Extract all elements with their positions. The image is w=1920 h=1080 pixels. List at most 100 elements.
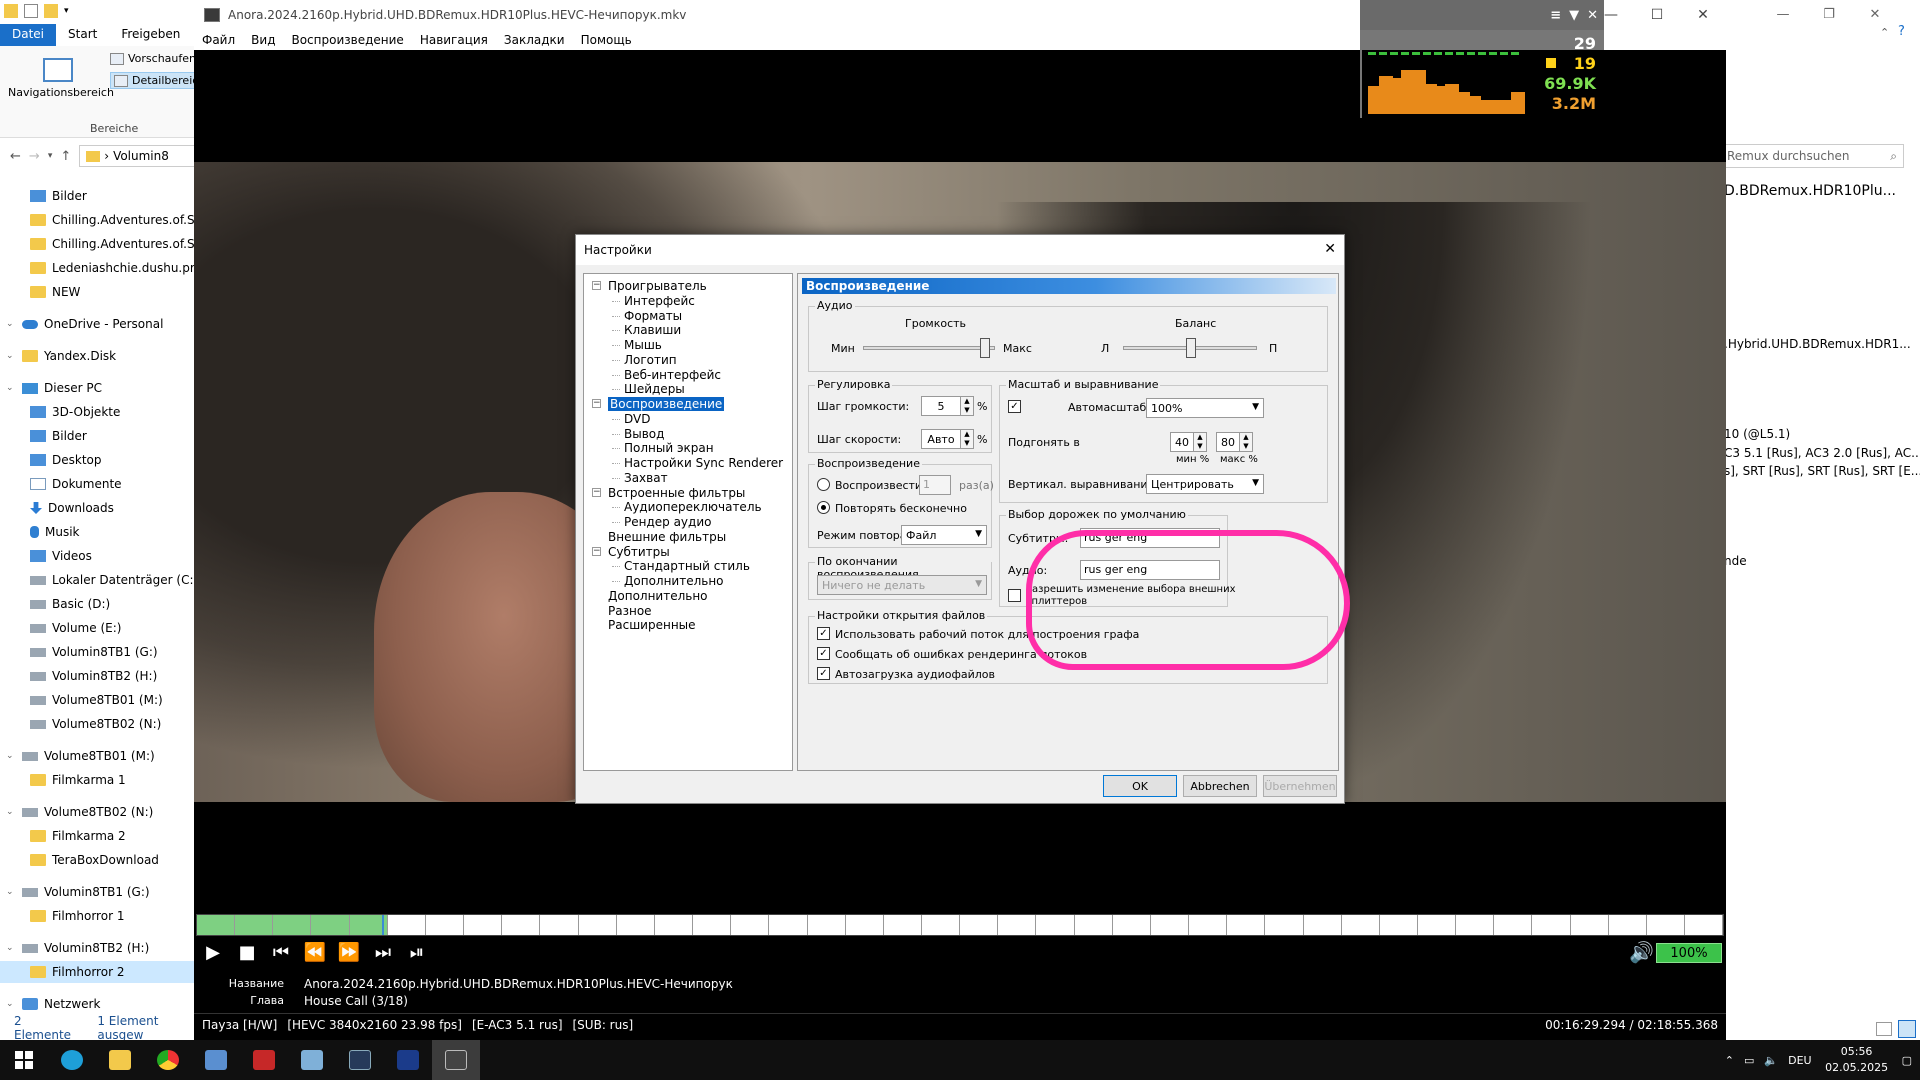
play-times-radio[interactable] [817, 478, 830, 491]
tree-collapse-icon[interactable]: − [592, 487, 601, 497]
properties-icon[interactable] [24, 4, 38, 18]
settings-tree-item[interactable]: Проигрыватель [608, 278, 707, 294]
speed-step-input[interactable]: Авто [921, 429, 961, 449]
taskbar-notes[interactable] [288, 1040, 336, 1080]
address-input[interactable]: › Volumin8 [79, 145, 200, 167]
stop-icon[interactable]: ■ [232, 937, 262, 967]
details-view-icon[interactable] [1876, 1022, 1892, 1036]
tree-collapse-icon[interactable]: − [592, 546, 601, 556]
menu-file[interactable]: Файл [202, 33, 235, 47]
repeat-mode-select[interactable]: Файл ▼ [901, 525, 987, 545]
nav-tree-item[interactable]: Filmhorror 2 [0, 961, 200, 983]
settings-tree-item[interactable]: Рендер аудио [624, 514, 711, 530]
nav-tree-item[interactable]: Volume8TB02 (N:) [0, 713, 200, 735]
language-indicator[interactable]: DEU [1788, 1054, 1811, 1067]
nav-tree-item[interactable]: Bilder [0, 425, 200, 447]
restore-icon[interactable]: ❐ [1806, 0, 1852, 28]
nav-tree-item[interactable]: ⌄ Netzwerk [0, 993, 200, 1015]
menu-view[interactable]: Вид [251, 33, 275, 47]
nav-tree-item[interactable]: Volume (E:) [0, 617, 200, 639]
menu-play[interactable]: Воспроизведение [291, 33, 403, 47]
settings-tree-item[interactable]: Дополнительно [608, 588, 708, 604]
expand-icon[interactable]: ⌄ [6, 319, 14, 329]
volume-slider[interactable] [863, 338, 995, 358]
tab-start[interactable]: Start [56, 24, 109, 46]
nav-tree-item[interactable]: ⌄ Volume8TB01 (M:) [0, 745, 200, 767]
nav-tree-item[interactable]: Filmhorror 1 [0, 905, 200, 927]
file-name[interactable]: D.BDRemux.HDR10Plu... [1724, 183, 1896, 199]
taskbar-explorer[interactable] [96, 1040, 144, 1080]
nav-tree-item[interactable]: ⌄ OneDrive - Personal [0, 313, 200, 335]
nav-tree-item[interactable]: Volume8TB01 (M:) [0, 689, 200, 711]
volume-icon[interactable]: 🔈 [1764, 1054, 1778, 1067]
preview-pane-button[interactable]: Vorschaufen [110, 52, 196, 65]
next-icon[interactable]: ⏭ [368, 937, 398, 967]
close-icon[interactable]: ✕ [1324, 241, 1336, 257]
nav-tree-item[interactable]: ⌄ Volumin8TB2 (H:) [0, 937, 200, 959]
settings-tree-item[interactable]: Интерфейс [624, 293, 695, 309]
menu-navigate[interactable]: Навигация [420, 33, 488, 47]
tab-datei[interactable]: Datei [0, 24, 57, 46]
settings-tree-item[interactable]: Веб-интерфейс [624, 367, 721, 383]
close-icon[interactable]: ✕ [1587, 8, 1598, 23]
clock[interactable]: 05:56 02.05.2025 [1822, 1044, 1892, 1076]
settings-tree-item[interactable]: Встроенные фильтры [608, 485, 745, 501]
nav-tree-item[interactable]: ⌄ Volumin8TB1 (G:) [0, 881, 200, 903]
recent-chevron-icon[interactable]: ▾ [48, 151, 53, 161]
settings-tree-item[interactable]: Логотип [624, 352, 677, 368]
new-folder-icon[interactable] [44, 4, 58, 18]
settings-tree-item[interactable]: Настройки Sync Renderer [624, 455, 783, 471]
autozoom-select[interactable]: 100% ▼ [1146, 398, 1264, 418]
settings-tree-item[interactable]: Стандартный стиль [624, 558, 750, 574]
chevron-down-icon[interactable]: ▼ [1569, 8, 1579, 23]
balance-slider[interactable] [1123, 338, 1257, 358]
expand-icon[interactable]: ⌄ [6, 351, 14, 361]
speaker-icon[interactable]: 🔊 [1629, 940, 1654, 964]
fast-forward-icon[interactable]: ⏩ [334, 937, 364, 967]
settings-tree-item[interactable]: Воспроизведение [608, 396, 725, 412]
nav-tree-item[interactable]: Musik [0, 521, 200, 543]
settings-tree-item[interactable]: Расширенные [608, 617, 696, 633]
forward-icon[interactable]: → [29, 149, 40, 164]
play-times-input[interactable]: 1 [919, 475, 951, 495]
notifications-icon[interactable]: ▢ [1902, 1054, 1912, 1067]
minimize-icon[interactable]: — [1760, 0, 1806, 28]
settings-tree-item[interactable]: DVD [624, 411, 650, 427]
taskbar-chrome[interactable] [144, 1040, 192, 1080]
nav-tree-item[interactable]: ⌄ Yandex.Disk [0, 345, 200, 367]
settings-tree-item[interactable]: Захват [624, 470, 668, 486]
nav-tree-item[interactable]: NEW [0, 281, 200, 303]
start-button[interactable] [0, 1040, 48, 1080]
taskbar-network[interactable] [192, 1040, 240, 1080]
taskbar-player[interactable] [432, 1040, 480, 1080]
settings-tree-item[interactable]: Форматы [624, 308, 682, 324]
taskbar-edge[interactable] [48, 1040, 96, 1080]
large-icons-view-icon[interactable] [1898, 1020, 1916, 1038]
nav-tree-item[interactable]: Filmkarma 1 [0, 769, 200, 791]
expand-icon[interactable]: ⌄ [6, 807, 14, 817]
nav-tree-item[interactable]: Desktop [0, 449, 200, 471]
maximize-icon[interactable]: ☐ [1634, 0, 1680, 30]
apply-button[interactable]: Übernehmen [1263, 775, 1337, 797]
nav-tree-item[interactable]: Bilder [0, 185, 200, 207]
fit-min-input[interactable]: 40 [1170, 432, 1194, 452]
speed-step-spinner[interactable]: ▲ ▼ [960, 429, 974, 449]
settings-tree-item[interactable]: Внешние фильтры [608, 529, 726, 545]
settings-tree-item[interactable]: Дополнительно [624, 573, 724, 589]
settings-tree-item[interactable]: Разное [608, 603, 652, 619]
settings-tree-item[interactable]: Шейдеры [624, 381, 685, 397]
hamburger-icon[interactable]: ≡ [1550, 8, 1561, 23]
settings-tree-item[interactable]: Клавиши [624, 322, 681, 338]
nav-tree-item[interactable]: Basic (D:) [0, 593, 200, 615]
nav-tree-item[interactable]: Chilling.Adventures.of.Sab [0, 233, 200, 255]
seek-bar[interactable] [196, 914, 1724, 936]
volume-slider-thumb[interactable] [979, 338, 990, 358]
seek-position[interactable] [381, 915, 384, 935]
worker-thread-checkbox[interactable]: ✓ [817, 627, 830, 640]
close-icon[interactable]: ✕ [1680, 0, 1726, 30]
expand-icon[interactable]: ⌄ [6, 383, 14, 393]
fit-min-spinner[interactable]: ▲ ▼ [1193, 432, 1207, 452]
settings-tree-item[interactable]: Вывод [624, 426, 664, 442]
render-errors-checkbox[interactable]: ✓ [817, 647, 830, 660]
expand-icon[interactable]: ⌄ [6, 751, 14, 761]
